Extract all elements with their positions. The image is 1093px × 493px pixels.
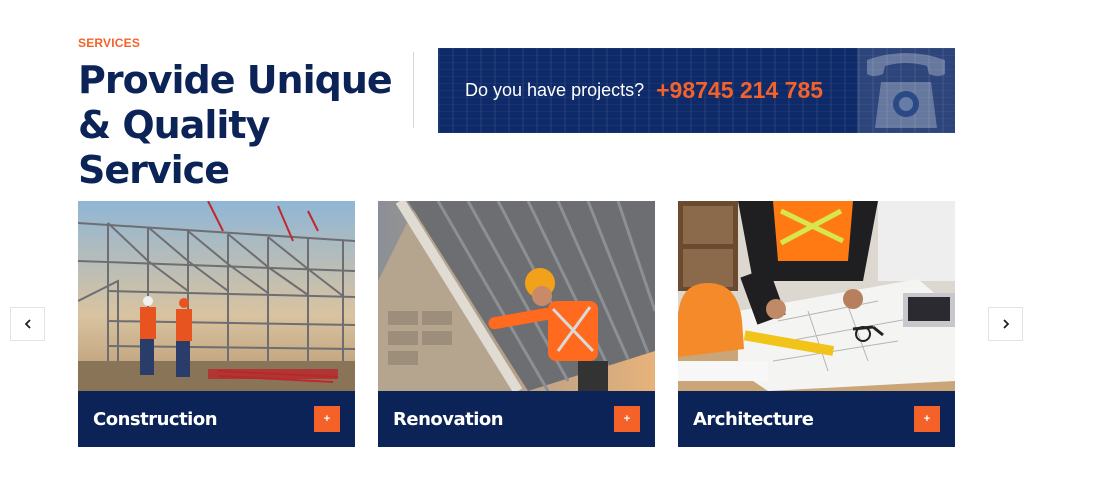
carousel-prev-button[interactable] [10, 307, 45, 341]
card-footer: Renovation + [378, 391, 655, 447]
telephone-icon [857, 48, 955, 133]
service-card-construction[interactable]: Construction + [78, 201, 355, 447]
cta-banner: Do you have projects? +98745 214 785 [438, 48, 955, 133]
header-divider [413, 52, 414, 128]
service-card-architecture[interactable]: Architecture + [678, 201, 955, 447]
card-title: Construction [93, 408, 218, 430]
roof-worker-image [378, 201, 655, 391]
card-footer: Construction + [78, 391, 355, 447]
card-title: Renovation [393, 408, 504, 430]
section-headline: Provide Unique & Quality Service [78, 58, 408, 193]
card-title: Architecture [693, 408, 814, 430]
section-eyebrow: SERVICES [78, 36, 141, 50]
chevron-right-icon [1002, 319, 1009, 329]
architect-blueprints-image [678, 201, 955, 391]
chevron-left-icon [24, 319, 31, 329]
plus-icon[interactable]: + [614, 406, 640, 432]
card-footer: Architecture + [678, 391, 955, 447]
headline-line-2: & Quality Service [78, 103, 270, 192]
construction-site-image [78, 201, 355, 391]
plus-icon[interactable]: + [314, 406, 340, 432]
carousel-next-button[interactable] [988, 307, 1023, 341]
headline-line-1: Provide Unique [78, 58, 393, 102]
service-card-renovation[interactable]: Renovation + [378, 201, 655, 447]
plus-icon[interactable]: + [914, 406, 940, 432]
cta-phone-link[interactable]: +98745 214 785 [656, 77, 823, 104]
cta-question: Do you have projects? [465, 80, 645, 100]
